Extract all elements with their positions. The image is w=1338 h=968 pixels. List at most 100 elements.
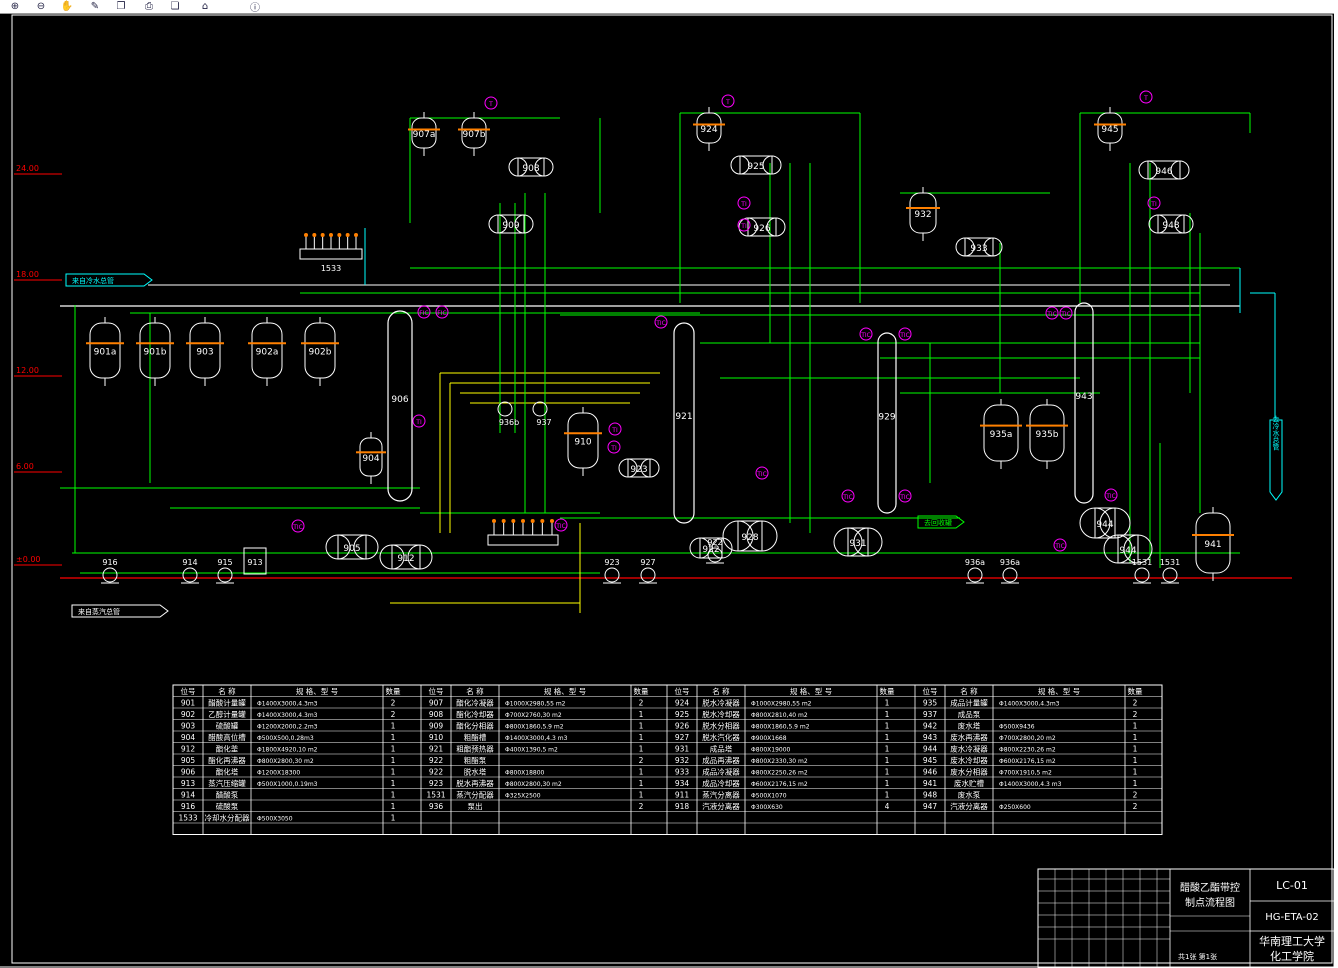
info-icon[interactable]: ⓘ	[246, 0, 264, 14]
home-icon[interactable]: ⌂	[196, 0, 214, 12]
table-cell-qty: 2	[1133, 699, 1138, 708]
table-cell-qty: 1	[1133, 768, 1138, 777]
pump-casing	[1134, 567, 1150, 583]
column-tag: 929	[878, 412, 895, 422]
column: 929	[877, 332, 897, 514]
table-header: 规 格、型 号	[1038, 686, 1080, 696]
exchanger-tag: 905	[343, 544, 360, 554]
table-header: 规 格、型 号	[296, 686, 338, 696]
table-cell-tag: 903	[181, 722, 196, 731]
table-cell-tag: 922	[429, 756, 444, 765]
table-header: 数量	[1128, 686, 1144, 696]
pump: 936a	[1000, 558, 1020, 584]
table-cell-name: 泵出	[468, 801, 483, 811]
vessel-jacket	[248, 342, 286, 345]
pen-icon[interactable]: ✎	[86, 0, 104, 12]
copy-icon[interactable]: ❐	[112, 0, 130, 12]
zoom-out-icon[interactable]: ⊖	[32, 0, 50, 12]
table-cell-spec: Φ250X600	[999, 804, 1031, 811]
table-cell-name: 醋酸泵	[216, 790, 239, 800]
vessel-jacket	[1192, 534, 1234, 536]
instrument: TI	[737, 196, 751, 210]
vessel-jacket	[564, 432, 602, 435]
table-cell-tag: 904	[181, 733, 196, 742]
pump: 914	[181, 558, 199, 584]
pump-casing	[102, 567, 118, 583]
table-cell-qty: 1	[885, 791, 890, 800]
instrument: FIC	[435, 305, 449, 319]
vessel: 904	[356, 432, 386, 484]
manifold-valve	[329, 233, 333, 237]
vessel-tag: 941	[1204, 540, 1221, 550]
stream-inlet-bottom: 来自蒸汽总管	[71, 604, 169, 618]
table-cell-name: 废水贮槽	[954, 778, 984, 788]
table-cell-qty: 1	[885, 699, 890, 708]
table-cell-name: 粗酯预热器	[456, 744, 494, 754]
table-cell-spec: Φ500X500,0.28m3	[257, 735, 314, 742]
vessel: 903	[186, 317, 224, 386]
title-block: 醋酸乙酯带控制点流程图 LC-01 HG-ETA-02 华南理工大学化工学院 共1张 第…	[1037, 868, 1335, 968]
table-cell-tag: 1531	[426, 791, 445, 800]
vessel: 902a	[248, 317, 286, 386]
instrument-tag: TIC	[1060, 311, 1071, 318]
vessel-tag: 903	[196, 348, 213, 358]
exchanger-tag: 908	[522, 164, 539, 174]
heat-exchanger: 909	[488, 214, 534, 234]
table-cell-qty: 1	[391, 745, 396, 754]
table-cell-tag: 937	[923, 710, 938, 719]
heat-exchanger: 948	[1148, 214, 1194, 234]
vessel-jacket	[301, 342, 339, 345]
table-header: 数量	[880, 686, 895, 696]
table-cell-name: 粗酯泵	[464, 755, 487, 765]
exchanger-tag: 946	[1155, 167, 1172, 177]
table-cell-spec: Φ500X1000,0.19m3	[257, 781, 318, 788]
table-cell-name: 蒸汽分离器	[702, 790, 740, 800]
heat-exchanger: 925	[730, 155, 782, 175]
table-cell-tag: 922	[429, 768, 444, 777]
instrument: TIC	[898, 489, 912, 503]
vessel-tag: 924	[700, 125, 717, 135]
table-cell-qty: 1	[885, 733, 890, 742]
pan-icon[interactable]: ✋	[58, 0, 76, 12]
table-cell-tag: 905	[181, 756, 196, 765]
zoom-in-icon[interactable]: ⊕	[6, 0, 24, 12]
instrument-tag: T	[488, 101, 493, 108]
table-cell-spec: Φ800X2250,26 m2	[751, 770, 808, 777]
pump-tag: 916	[102, 558, 117, 567]
vessel-jacket	[980, 424, 1022, 427]
instrument: T	[1139, 90, 1153, 104]
pump-casing	[1162, 567, 1178, 583]
vessel-tag: 932	[914, 210, 931, 220]
pump-tag: 915	[217, 558, 232, 567]
pump-tag: 936a	[965, 558, 985, 567]
instrument-tag: TI	[611, 427, 618, 434]
table-cell-spec: Φ325X2500	[505, 793, 541, 800]
pump-tag: 914	[182, 558, 197, 567]
table-cell-tag: 1533	[178, 814, 197, 823]
layers-icon[interactable]: ❏	[166, 0, 184, 12]
instrument-tag: FIC	[419, 310, 428, 317]
instrument-tag: FIC	[437, 310, 446, 317]
table-cell-qty: 1	[1133, 722, 1138, 731]
vessel-tag: 902b	[309, 348, 332, 358]
table-header: 位号	[181, 686, 196, 696]
table-cell-spec: Φ800X2230,26 m2	[999, 747, 1056, 754]
instrument-tag: TIC	[1105, 493, 1116, 500]
table-cell-tag: 921	[429, 745, 444, 754]
manifold-valve	[540, 519, 545, 523]
instrument: TI	[608, 422, 622, 436]
table-cell-qty: 1	[885, 710, 890, 719]
instrument: TI	[412, 414, 426, 428]
elevation-label: 6.00	[16, 462, 34, 471]
stream-text: 来自蒸汽总管	[78, 607, 120, 616]
pump: 923	[603, 558, 621, 584]
vessel-tag: 907b	[463, 130, 486, 140]
print-icon[interactable]: ⎙	[140, 0, 158, 12]
table-cell-spec: Φ500X9436	[999, 724, 1035, 731]
column-shell	[387, 310, 413, 502]
exchanger-tag: 912	[397, 554, 414, 564]
table-cell-name: 蒸汽分配器	[456, 790, 494, 800]
pump-tag: 927	[640, 558, 655, 567]
table-cell-name: 粗酯槽	[464, 732, 487, 742]
table-header: 名 称	[712, 686, 730, 696]
